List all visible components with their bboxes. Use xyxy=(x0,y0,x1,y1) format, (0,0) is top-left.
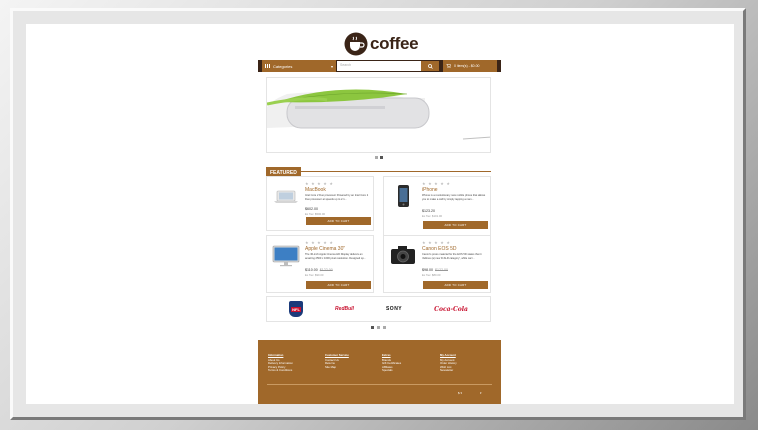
product-name[interactable]: MacBook xyxy=(305,187,326,193)
hero-slider[interactable] xyxy=(266,77,491,153)
product-tax: Ex Tax: $90.00 xyxy=(305,273,324,277)
product-card[interactable]: ★★★★★ Apple Cinema 30" The 30-inch Apple… xyxy=(266,235,374,293)
brand-logo-sony[interactable]: SONY xyxy=(386,306,402,312)
footer-link[interactable]: Specials xyxy=(382,369,401,373)
footer-column-extras: Extras Brands Gift Certificates Affiliat… xyxy=(382,353,401,373)
add-to-cart-button[interactable]: ADD TO CART xyxy=(306,217,371,225)
slider-dot-active[interactable] xyxy=(380,156,383,159)
footer-link[interactable]: Newsletter xyxy=(440,369,457,373)
product-tax: Ex Tax: $500.00 xyxy=(305,212,326,216)
brand-carousel: NFL RedBull SONY Coca-Cola xyxy=(266,296,491,322)
categories-menu[interactable]: Categories ▾ xyxy=(262,60,336,72)
product-tax: Ex Tax: $101.00 xyxy=(422,214,443,218)
phone-icon xyxy=(398,185,409,207)
product-description: Canon's press material for the EOS 5D st… xyxy=(422,253,482,260)
rating-stars: ★★★★★ xyxy=(305,240,336,245)
camera-icon xyxy=(391,246,415,264)
categories-label: Categories xyxy=(273,63,293,69)
product-card[interactable]: ★★★★★ Canon EOS 5D Canon's press materia… xyxy=(383,235,491,293)
language-selector[interactable]: ▾ xyxy=(480,391,482,395)
product-name[interactable]: Apple Cinema 30" xyxy=(305,246,345,252)
add-to-cart-button[interactable]: ADD TO CART xyxy=(306,281,371,289)
rating-stars: ★★★★★ xyxy=(422,181,453,186)
add-to-cart-button[interactable]: ADD TO CART xyxy=(423,281,488,289)
product-price: $123.20 xyxy=(422,209,435,213)
store-page: coffee Categories ▾ Search 0 item(s) - $… xyxy=(258,24,501,404)
site-logo[interactable]: coffee xyxy=(344,29,419,59)
cart-button[interactable]: 0 item(s) - $0.00 xyxy=(443,60,497,72)
page-canvas: coffee Categories ▾ Search 0 item(s) - $… xyxy=(26,24,734,404)
chevron-down-icon: ▾ xyxy=(330,63,333,69)
grid-icon xyxy=(265,64,270,68)
cart-icon xyxy=(446,64,451,68)
footer-link[interactable]: Site Map xyxy=(325,365,349,370)
search-icon xyxy=(427,63,433,69)
brand-logo-redbull[interactable]: RedBull xyxy=(335,306,354,312)
featured-header: FEATURED xyxy=(266,161,491,178)
site-footer: Information About Us Delivery Informatio… xyxy=(258,340,501,404)
brand-dot[interactable] xyxy=(383,326,386,329)
nav-bar: Categories ▾ Search 0 item(s) - $0.00 xyxy=(258,60,501,72)
cart-label: 0 item(s) - $0.00 xyxy=(454,64,480,68)
product-tax: Ex Tax: $80.00 xyxy=(422,273,441,277)
brand-pagination xyxy=(371,326,386,329)
brand-logo-cocacola[interactable]: Coca-Cola xyxy=(434,306,468,313)
monitor-icon xyxy=(272,245,300,267)
currency-selector[interactable]: $ ▾ xyxy=(458,391,462,395)
search-button[interactable] xyxy=(421,61,439,71)
brand-logo-nfl[interactable]: NFL xyxy=(289,301,304,317)
brand-dot[interactable] xyxy=(377,326,380,329)
product-card[interactable]: ★★★★★ iPhone iPhone is a revolutionary n… xyxy=(383,176,491,236)
logo-text: coffee xyxy=(370,34,419,53)
iphone-leaf-banner xyxy=(267,78,490,152)
product-description: iPhone is a revolutionary new mobile pho… xyxy=(422,194,486,201)
brand-dot-active[interactable] xyxy=(371,326,374,329)
product-price: $602.00 xyxy=(305,207,318,211)
product-name[interactable]: iPhone xyxy=(422,187,438,193)
product-price: $110.00 $122.00 xyxy=(305,268,333,272)
product-description: The 30-inch Apple Cinema HD Display deli… xyxy=(305,253,366,260)
product-name[interactable]: Canon EOS 5D xyxy=(422,246,456,252)
product-description: Intel Core 2 Duo processor Powered by an… xyxy=(305,194,369,201)
search-input[interactable]: Search xyxy=(337,61,421,71)
footer-divider xyxy=(267,384,492,385)
product-price: $98.00 $122.00 xyxy=(422,268,448,272)
rating-stars: ★★★★★ xyxy=(305,181,336,186)
slider-dot[interactable] xyxy=(375,156,378,159)
coffee-cup-icon xyxy=(344,32,368,56)
add-to-cart-button[interactable]: ADD TO CART xyxy=(423,221,488,229)
footer-column-my-account: My Account My Account Order History Wish… xyxy=(440,353,457,373)
footer-column-information: Information About Us Delivery Informatio… xyxy=(268,353,293,373)
slider-pagination xyxy=(375,156,383,159)
product-card[interactable]: ★★★★★ MacBook Intel Core 2 Duo processor… xyxy=(266,176,374,231)
laptop-icon xyxy=(274,190,298,203)
footer-column-customer-service: Customer Service Contact Us Returns Site… xyxy=(325,353,349,370)
rating-stars: ★★★★★ xyxy=(422,240,453,245)
footer-link[interactable]: Terms & Conditions xyxy=(268,369,293,373)
